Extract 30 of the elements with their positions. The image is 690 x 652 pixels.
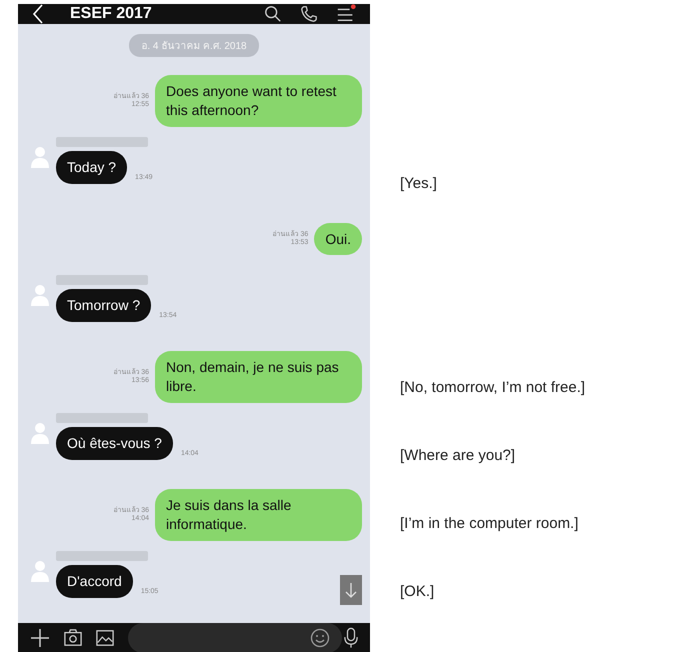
message-input[interactable] xyxy=(128,623,342,652)
translation-text: [No, tomorrow, I’m not free.] xyxy=(400,378,586,396)
avatar-silhouette-icon xyxy=(30,283,50,307)
translation-text: [Where are you?] xyxy=(400,446,516,464)
avatar-silhouette-icon xyxy=(30,145,50,169)
back-icon[interactable] xyxy=(32,4,44,24)
camera-icon[interactable] xyxy=(64,629,82,647)
search-icon[interactable] xyxy=(264,5,282,23)
received-message-bubble: D'accord xyxy=(56,565,133,598)
received-message-bubble: Today ? xyxy=(56,151,128,184)
menu-icon[interactable] xyxy=(336,4,356,24)
avatar-silhouette-icon xyxy=(30,421,50,445)
sent-message-bubble: Je suis dans la salle informatique. xyxy=(155,489,362,541)
plus-icon[interactable] xyxy=(30,628,50,648)
date-label: อ. 4 ธันวาคม ค.ศ. 2018 xyxy=(129,34,259,57)
translation-text: [I’m in the computer room.] xyxy=(400,514,578,532)
avatar-silhouette-icon xyxy=(30,559,50,583)
image-icon[interactable] xyxy=(96,629,114,647)
chat-title: ESEF 2017 xyxy=(70,5,152,23)
smiley-icon[interactable] xyxy=(310,628,330,648)
translation-text: [OK.] xyxy=(400,582,434,600)
sent-message-bubble: Non, demain, je ne suis pas libre. xyxy=(155,351,362,403)
translation-text: [Yes.] xyxy=(400,174,437,192)
phone-icon[interactable] xyxy=(300,5,318,23)
microphone-icon[interactable] xyxy=(344,627,358,649)
received-message-bubble: Tomorrow ? xyxy=(56,289,152,322)
sent-message-bubble: Oui. xyxy=(314,222,362,256)
sent-message-bubble: Does anyone want to retest this afternoon? xyxy=(155,75,362,127)
scroll-down-button[interactable] xyxy=(340,575,362,605)
received-message-bubble: Où êtes-vous ? xyxy=(56,427,173,460)
